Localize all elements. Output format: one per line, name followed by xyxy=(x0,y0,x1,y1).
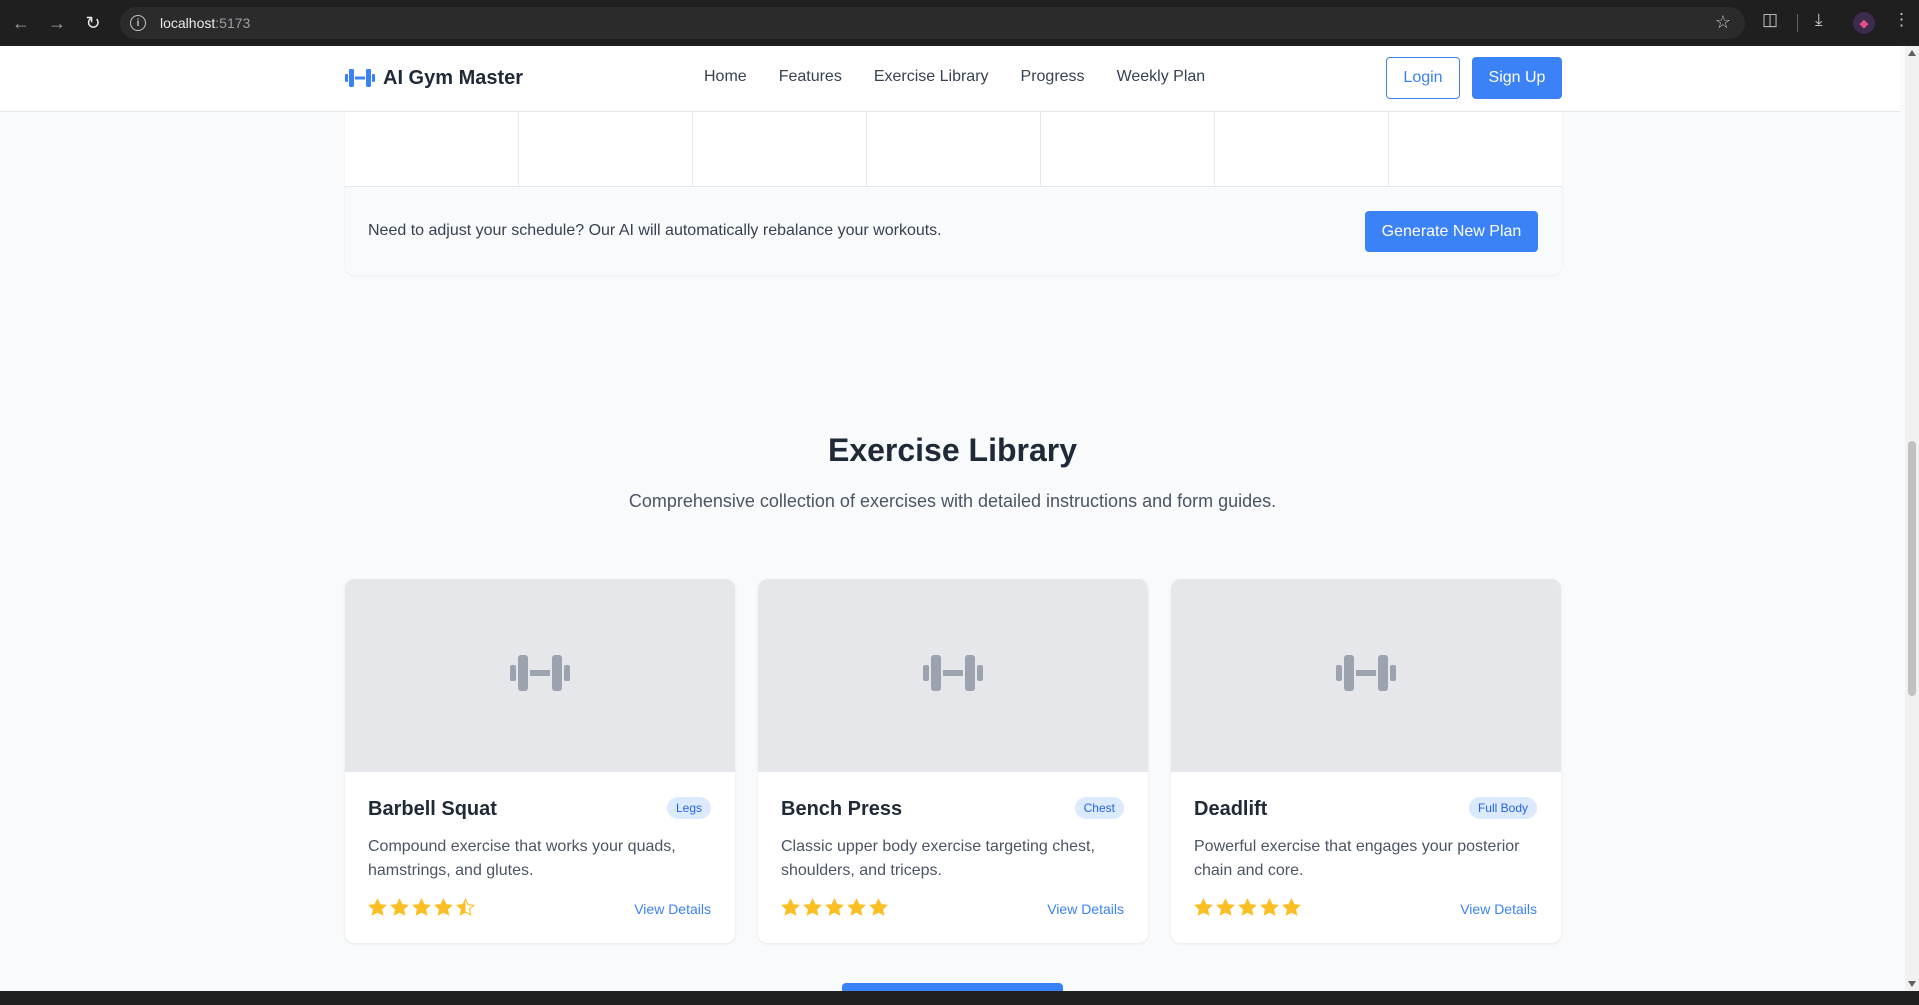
exercise-name: Bench Press xyxy=(781,798,903,820)
main-nav: Home Features Exercise Library Progress … xyxy=(704,68,1237,86)
logo-text: AI Gym Master xyxy=(383,66,524,89)
os-taskbar xyxy=(0,991,1919,1005)
back-icon[interactable]: ← xyxy=(9,11,33,35)
download-icon[interactable]: ⤓ xyxy=(1815,10,1823,30)
nav-weekly-plan[interactable]: Weekly Plan xyxy=(1117,68,1206,86)
exercise-card: Barbell Squat Legs Compound exercise tha… xyxy=(345,579,735,943)
exercise-description: Compound exercise that works your quads,… xyxy=(368,838,676,879)
weekly-plan-grid xyxy=(345,112,1562,187)
exercise-image-placeholder xyxy=(345,579,735,772)
view-details-link[interactable]: View Details xyxy=(634,901,711,917)
star-icon xyxy=(869,898,888,916)
star-icon xyxy=(1260,898,1279,916)
url-port: :5173 xyxy=(215,15,251,31)
star-icon xyxy=(803,898,822,916)
exercise-name: Barbell Squat xyxy=(368,798,497,820)
scroll-thumb[interactable] xyxy=(1908,441,1916,696)
nav-progress[interactable]: Progress xyxy=(1021,68,1085,86)
plan-day-cell xyxy=(1041,112,1215,186)
dumbbell-icon xyxy=(923,651,983,700)
muscle-group-badge: Legs xyxy=(666,797,711,819)
extensions-icon[interactable]: ◫ xyxy=(1762,10,1778,30)
url-host: localhost xyxy=(160,15,216,31)
weekly-plan-card: Need to adjust your schedule? Our AI wil… xyxy=(345,112,1562,275)
plan-day-cell xyxy=(345,112,519,186)
exercise-image-placeholder xyxy=(758,579,1148,772)
menu-icon[interactable]: ⋮ xyxy=(1893,10,1910,30)
browser-toolbar: ← → ↻ i localhost:5173 ☆ ◫ ⤓ ◆ ⋮ xyxy=(0,0,1919,46)
star-rating xyxy=(368,898,478,917)
login-button[interactable]: Login xyxy=(1386,57,1460,99)
exercise-image-placeholder xyxy=(1171,579,1561,772)
dumbbell-icon xyxy=(1336,651,1396,700)
logo[interactable]: AI Gym Master xyxy=(345,66,523,90)
nav-home[interactable]: Home xyxy=(704,68,747,86)
exercise-description: Classic upper body exercise targeting ch… xyxy=(781,838,1095,879)
view-details-link[interactable]: View Details xyxy=(1047,901,1124,917)
star-icon xyxy=(368,898,387,916)
nav-features[interactable]: Features xyxy=(779,68,842,86)
star-icon xyxy=(412,898,431,916)
star-icon xyxy=(434,898,453,916)
star-icon xyxy=(825,898,844,916)
exercise-card: Deadlift Full Body Powerful exercise tha… xyxy=(1171,579,1561,943)
star-icon xyxy=(390,898,409,916)
signup-button[interactable]: Sign Up xyxy=(1472,57,1562,99)
star-icon xyxy=(781,898,800,916)
exercise-name: Deadlift xyxy=(1194,798,1268,820)
plan-adjust-note: Need to adjust your schedule? Our AI wil… xyxy=(368,222,942,239)
scroll-up-arrow[interactable] xyxy=(1908,50,1916,56)
star-bookmark-icon[interactable]: ☆ xyxy=(1715,12,1731,33)
forward-icon[interactable]: → xyxy=(45,11,69,35)
exercise-description: Powerful exercise that engages your post… xyxy=(1194,838,1520,879)
muscle-group-badge: Chest xyxy=(1074,797,1124,819)
exercise-card: Bench Press Chest Classic upper body exe… xyxy=(758,579,1148,943)
dumbbell-icon xyxy=(345,66,375,90)
plan-day-cell xyxy=(1389,112,1562,186)
section-title: Exercise Library xyxy=(827,432,1078,468)
generate-plan-button[interactable]: Generate New Plan xyxy=(1365,211,1538,252)
reload-icon[interactable]: ↻ xyxy=(81,11,105,35)
half-star-icon xyxy=(456,898,475,916)
star-icon xyxy=(847,898,866,916)
site-header: AI Gym Master Home Features Exercise Lib… xyxy=(0,46,1900,112)
nav-exercise-library[interactable]: Exercise Library xyxy=(874,68,989,86)
scroll-down-arrow[interactable] xyxy=(1908,981,1916,987)
muscle-group-badge: Full Body xyxy=(1468,797,1537,819)
page-scrollbar[interactable] xyxy=(1905,46,1919,991)
star-rating xyxy=(781,898,891,917)
section-subtitle: Comprehensive collection of exercises wi… xyxy=(628,491,1277,511)
star-icon xyxy=(1238,898,1257,916)
plan-day-cell xyxy=(867,112,1041,186)
star-icon xyxy=(1216,898,1235,916)
view-details-link[interactable]: View Details xyxy=(1460,901,1537,917)
star-icon xyxy=(1194,898,1213,916)
plan-day-cell xyxy=(1215,112,1389,186)
star-rating xyxy=(1194,898,1304,917)
plan-day-cell xyxy=(519,112,693,186)
plan-day-cell xyxy=(693,112,867,186)
toolbar-divider xyxy=(1797,14,1798,32)
address-bar[interactable]: i localhost:5173 ☆ xyxy=(120,7,1745,39)
profile-avatar[interactable]: ◆ xyxy=(1853,12,1875,34)
info-icon[interactable]: i xyxy=(130,15,146,31)
dumbbell-icon xyxy=(510,651,570,700)
star-icon xyxy=(1282,898,1301,916)
